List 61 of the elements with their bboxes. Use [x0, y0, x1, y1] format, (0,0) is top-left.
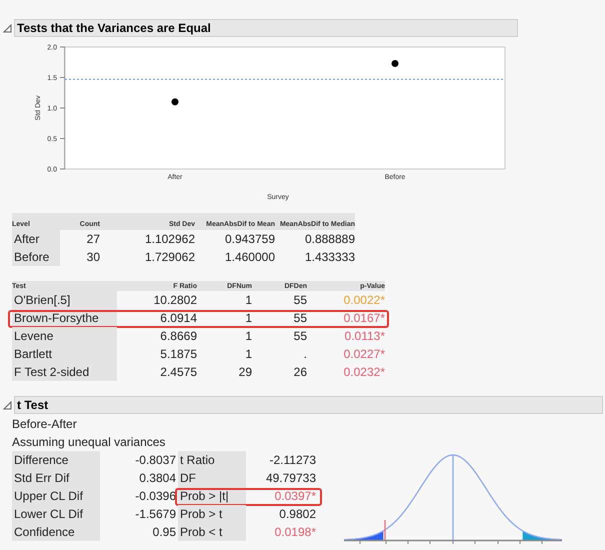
section-title: t Test — [14, 396, 603, 414]
table-cell-text: 27 — [86, 231, 100, 248]
table-cell: F Test 2-sided — [12, 363, 117, 381]
table-cell-text: 30 — [86, 249, 100, 266]
table-cell-text: 10.2802 — [152, 292, 197, 309]
section-title: Tests that the Variances are Equal — [14, 19, 518, 37]
assumption-label: Assuming unequal variances — [12, 434, 166, 451]
table-cell-text: . — [302, 346, 307, 363]
table-cell-text: 1.460000 — [224, 249, 275, 266]
table-cell-text: 1.102962 — [144, 231, 195, 248]
table-cell-text: 1.729062 — [144, 249, 195, 266]
table-cell-text: 0.0113* — [344, 328, 385, 345]
table-cell-text: 0.0022* — [342, 292, 385, 309]
table-cell-text: 0.95 — [152, 524, 177, 541]
data-point — [392, 60, 398, 67]
disclosure-icon[interactable] — [3, 24, 12, 32]
table-cell: Upper CL Dif — [12, 487, 100, 505]
comparison-label: Before-After — [12, 416, 78, 433]
data-point — [172, 98, 178, 106]
table-cell-text: 0.888889 — [304, 231, 355, 248]
table-cell: Before — [12, 248, 60, 266]
table-cell: Lower CL Dif — [12, 505, 100, 523]
table-cell-text: -1.5679 — [134, 506, 177, 523]
table-cell-text: 0.943759 — [224, 231, 275, 248]
table-cell-text: 0.0227* — [342, 346, 385, 363]
table-cell-text: 0.0167* — [342, 310, 385, 327]
table-cell-text: 29 — [238, 364, 252, 381]
table-cell: After — [12, 230, 60, 248]
table-cell-text: 1 — [244, 310, 252, 327]
table-cell: Bartlett — [12, 345, 117, 363]
table-cell-text: 5.1875 — [159, 346, 197, 363]
table-cell: Prob > t — [178, 505, 246, 523]
table-cell-text: -0.0396 — [134, 488, 177, 505]
table-cell-text: 49.79733 — [264, 470, 316, 487]
table-cell-text: -0.8037 — [134, 452, 177, 469]
table-cell-text: 6.0914 — [159, 310, 197, 327]
table-cell: Confidence — [12, 523, 100, 541]
table-cell-text: 0.0198* — [274, 524, 316, 541]
table-cell-text: 26 — [292, 364, 307, 381]
table-cell-text: 55 — [292, 292, 307, 309]
table-cell: Difference — [12, 451, 100, 469]
table-cell: Std Err Dif — [12, 469, 100, 487]
table-cell-text: 1 — [244, 328, 252, 345]
table-cell-text: 0.9802 — [278, 506, 316, 523]
table-cell-text: 1.433333 — [304, 249, 355, 266]
table-cell: t Ratio — [178, 451, 246, 469]
table-cell-text: 55 — [292, 328, 307, 345]
table-cell-text: 2.4575 — [159, 364, 197, 381]
table-cell: O'Brien[.5] — [12, 291, 117, 309]
table-cell-text: 55 — [292, 310, 307, 327]
table-cell-text: 6.8669 — [159, 328, 197, 345]
table-cell: Prob < t — [178, 523, 246, 541]
disclosure-icon[interactable] — [3, 400, 12, 410]
table-cell-text: 0.0397* — [274, 488, 316, 505]
table-cell-text: 1 — [244, 346, 252, 363]
table-cell-text: 0.0232* — [342, 364, 385, 381]
table-cell: Levene — [12, 327, 117, 345]
table-cell: DF — [178, 469, 246, 487]
table-cell-text: 1 — [244, 292, 252, 309]
table-cell-text: -2.11273 — [268, 452, 316, 469]
table-cell-text: 0.3804 — [138, 470, 177, 487]
